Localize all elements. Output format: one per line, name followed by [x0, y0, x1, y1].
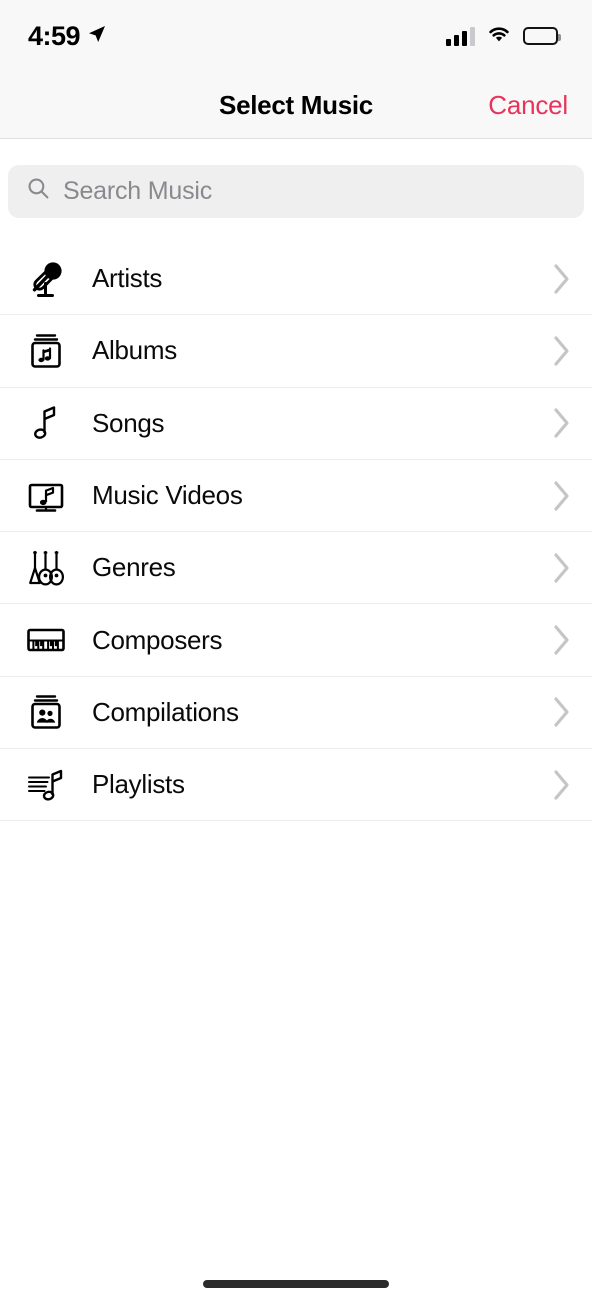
list-item-playlists[interactable]: Playlists — [0, 749, 592, 822]
status-time: 4:59 — [28, 20, 81, 51]
tv-music-note-icon — [0, 474, 92, 518]
list-item-compilations[interactable]: Compilations — [0, 676, 592, 750]
list-item-label: Artists — [92, 263, 163, 294]
chevron-right-icon — [532, 624, 592, 656]
list-item-artists[interactable]: Artists — [0, 243, 592, 316]
list-item-label: Genres — [92, 552, 176, 583]
microphone-icon — [0, 257, 92, 301]
status-bar-left: 4:59 — [28, 20, 107, 51]
list-item-label: Compilations — [92, 696, 239, 727]
cancel-button[interactable]: Cancel — [488, 90, 568, 121]
list-item-albums[interactable]: Albums — [0, 315, 592, 388]
music-note-icon — [0, 401, 92, 445]
guitars-icon — [0, 546, 92, 590]
location-arrow-icon — [87, 24, 107, 49]
albums-stack-icon — [0, 329, 92, 373]
staff-note-icon — [0, 763, 92, 807]
list-item-composers[interactable]: Composers — [0, 604, 592, 677]
list-item-genres[interactable]: Genres — [0, 532, 592, 605]
search-icon — [26, 176, 51, 206]
list-item-songs[interactable]: Songs — [0, 387, 592, 460]
people-stack-icon — [0, 690, 92, 734]
search-input[interactable]: Search Music — [8, 164, 584, 218]
search-placeholder: Search Music — [63, 176, 213, 205]
chevron-right-icon — [532, 769, 592, 801]
list-item-music-videos[interactable]: Music Videos — [0, 459, 592, 533]
battery-icon — [523, 27, 561, 45]
list-item-label: Composers — [92, 624, 223, 655]
chevron-right-icon — [532, 552, 592, 584]
chevron-right-icon — [532, 263, 592, 295]
home-indicator[interactable] — [203, 1280, 389, 1288]
list-item-label: Playlists — [92, 769, 185, 800]
list-item-label: Albums — [92, 335, 177, 366]
status-bar-right — [446, 24, 561, 49]
cellular-signal-icon — [446, 26, 475, 46]
list-item-label: Songs — [92, 407, 165, 438]
piano-keys-icon — [0, 618, 92, 662]
chevron-right-icon — [532, 335, 592, 367]
chevron-right-icon — [532, 407, 592, 439]
chevron-right-icon — [532, 696, 592, 728]
chevron-right-icon — [532, 480, 592, 512]
wifi-icon — [486, 24, 512, 49]
navigation-bar: Select Music Cancel — [0, 72, 592, 139]
search-bar-container: Search Music — [0, 139, 592, 243]
select-music-screen: 4:59 Select Music Cancel Search Music Ar… — [0, 0, 592, 1300]
list-item-label: Music Videos — [92, 480, 243, 511]
status-bar: 4:59 — [0, 0, 592, 72]
music-category-list: Artists Albums Songs Music Videos Genres… — [0, 243, 592, 822]
